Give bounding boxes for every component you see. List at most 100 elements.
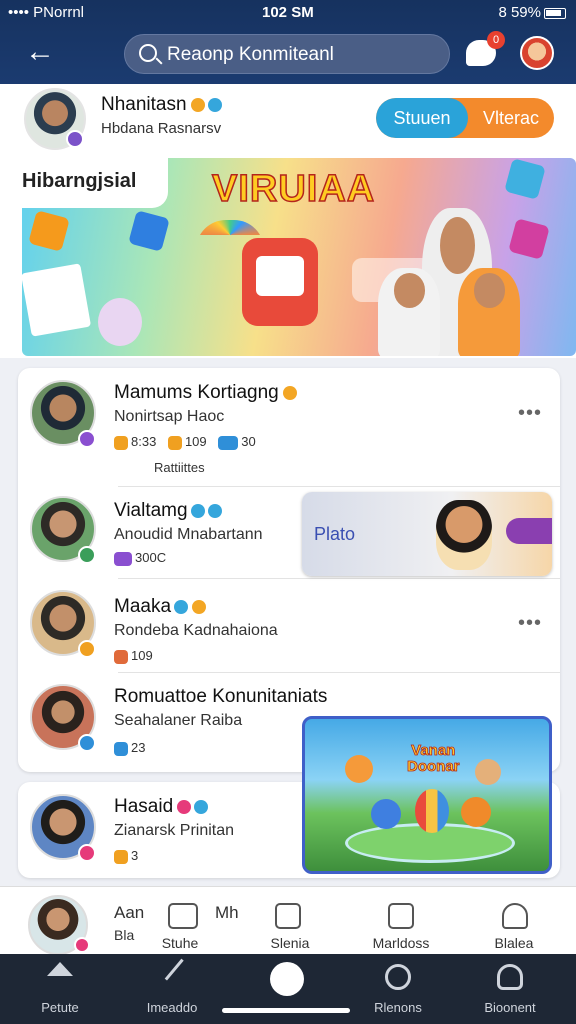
ball-icon <box>461 797 491 827</box>
battery-text: 8 59% <box>498 4 541 21</box>
list-item[interactable]: Mamums Kortiagng Nonirtsap Haoc 8:33 109… <box>18 368 560 486</box>
more-options-icon[interactable]: ••• <box>518 612 542 635</box>
row-subtitle: Zianarsk Prinitan <box>114 822 235 839</box>
avatar-badge-icon <box>78 734 96 752</box>
verified-icon <box>194 799 209 814</box>
row-subtitle: Rondeba Kadnahaiona <box>114 622 278 639</box>
promo-pill-button[interactable] <box>506 518 552 544</box>
avatar-badge-icon <box>78 430 96 448</box>
nav-item-petute[interactable]: Petute <box>10 954 110 1024</box>
banner-tag: Hibarngjsial <box>0 158 168 208</box>
camera-icon[interactable] <box>275 903 301 929</box>
header-avatar[interactable] <box>520 36 554 70</box>
profile-subtitle: Hbdana Rasnarsv <box>101 120 222 137</box>
toggle-left-button[interactable]: Stuuen <box>376 98 468 138</box>
segmented-toggle[interactable]: Stuuen Vlterac <box>376 98 554 138</box>
photos-icon[interactable] <box>168 903 198 929</box>
back-arrow-icon[interactable]: ← <box>22 34 58 70</box>
row-meta: 3 <box>114 848 138 864</box>
flame-icon <box>114 435 128 450</box>
home-icon <box>47 962 73 976</box>
row-title: Vialtamg <box>114 500 222 522</box>
tab-blalea[interactable]: Blalea <box>484 935 544 951</box>
secondary-tab-bar: Aan Bla Mh Stuhe Slenia Marldoss Blalea <box>0 886 576 955</box>
flame-icon <box>167 435 182 450</box>
balloon-icon <box>415 789 449 833</box>
cube-icon <box>508 218 550 260</box>
verified-icon <box>174 599 189 614</box>
settings-badge-icon <box>207 503 222 518</box>
battery-icon <box>544 7 566 19</box>
profile-badge-icon <box>66 130 84 148</box>
meta-value: 30 <box>241 434 256 449</box>
star-badge-icon <box>190 97 205 112</box>
more-options-icon[interactable]: ••• <box>518 402 542 425</box>
calendar-card-icon <box>22 263 92 337</box>
meta-value: 23 <box>131 740 146 755</box>
row-title: Mamums Kortiagng <box>114 382 297 404</box>
status-bar: •••• PNorrnl 102 SM 8 59% <box>0 4 576 24</box>
meta-value: 300C <box>135 550 167 565</box>
character-icon <box>345 755 373 783</box>
row-subtitle: Nonirtsap Haoc <box>114 408 225 425</box>
nav-label: Imeaddo <box>146 1000 198 1015</box>
tab-slenia[interactable]: Slenia <box>258 935 322 951</box>
verified-icon <box>190 503 205 518</box>
search-input[interactable]: Reaonp Konmiteanl <box>124 34 450 74</box>
carrier-label: •••• PNorrnl <box>8 4 85 21</box>
bunny-character <box>98 298 142 346</box>
row-name: Hasaid <box>114 796 174 817</box>
tab-stuhe[interactable]: Stuhe <box>150 935 210 951</box>
game-card[interactable]: Vanan Doonar <box>302 716 552 874</box>
row-meta: 8:33 109 30 <box>114 434 256 450</box>
character-icon <box>475 759 501 785</box>
search-icon <box>139 44 157 62</box>
row-subtitle: Seahalaner Raiba <box>114 712 243 729</box>
flower-badge-icon <box>177 799 192 814</box>
avatar-badge-icon <box>74 937 90 953</box>
row-meta: 300C <box>114 550 166 566</box>
profile-name-row: Nhanitasn <box>101 94 222 116</box>
star-badge-icon <box>282 385 297 400</box>
row-meta: 23 <box>114 740 145 756</box>
banner-title: VIRUIAA <box>211 167 376 211</box>
nav-item-rlenons[interactable]: Rlenons <box>348 954 448 1024</box>
meta-value: 8:33 <box>131 434 157 449</box>
search-placeholder: Reaonp Konmiteanl <box>167 44 334 65</box>
cube-icon <box>128 210 170 252</box>
nav-label: Petute <box>41 1000 79 1015</box>
user-sub: Bla <box>114 927 135 943</box>
avatar-badge-icon <box>78 844 96 862</box>
top-bar: •••• PNorrnl 102 SM 8 59% ← Reaonp Konmi… <box>0 0 576 84</box>
center-action-button[interactable] <box>270 962 304 996</box>
wand-icon <box>164 958 202 996</box>
robot-character <box>242 238 318 326</box>
avatar-badge-icon <box>78 640 96 658</box>
dice-icon[interactable] <box>388 903 414 929</box>
profile-name: Nhanitasn <box>101 94 187 115</box>
row-name: Vialtamg <box>114 500 188 521</box>
game-title-line1: Vanan <box>411 742 456 759</box>
promo-photo <box>436 500 492 570</box>
meta-value: 3 <box>131 848 139 863</box>
row-meta: 109 <box>114 648 153 664</box>
notification-badge: 0 <box>487 31 505 49</box>
list-item[interactable]: Maaka Rondeba Kadnahaiona 109 ••• <box>18 578 560 672</box>
hero-banner[interactable]: VIRUIAA Hibarngjsial <box>0 158 576 358</box>
nav-item-imeaddo[interactable]: Imeaddo <box>122 954 222 1024</box>
row-title: Maaka <box>114 596 207 618</box>
row-name: Mamums Kortiagng <box>114 382 279 403</box>
tag-icon <box>218 435 239 450</box>
game-title: Vanan Doonar <box>407 742 460 775</box>
heart-icon <box>114 649 128 664</box>
profile-row: Nhanitasn Hbdana Rasnarsv Stuuen Vlterac <box>0 84 576 158</box>
battery-status: 8 59% <box>498 4 566 21</box>
nav-item-bioonent[interactable]: Bioonent <box>460 954 560 1024</box>
toggle-right-button[interactable]: Vlterac <box>468 98 554 138</box>
verified-icon <box>207 97 222 112</box>
row-title: Hasaid <box>114 796 209 818</box>
person-icon[interactable] <box>502 903 528 929</box>
promo-card[interactable]: Plato <box>302 492 552 576</box>
row-title: Romuattoe Konunitaniats <box>114 686 328 707</box>
tab-marldoss[interactable]: Marldoss <box>366 935 436 951</box>
